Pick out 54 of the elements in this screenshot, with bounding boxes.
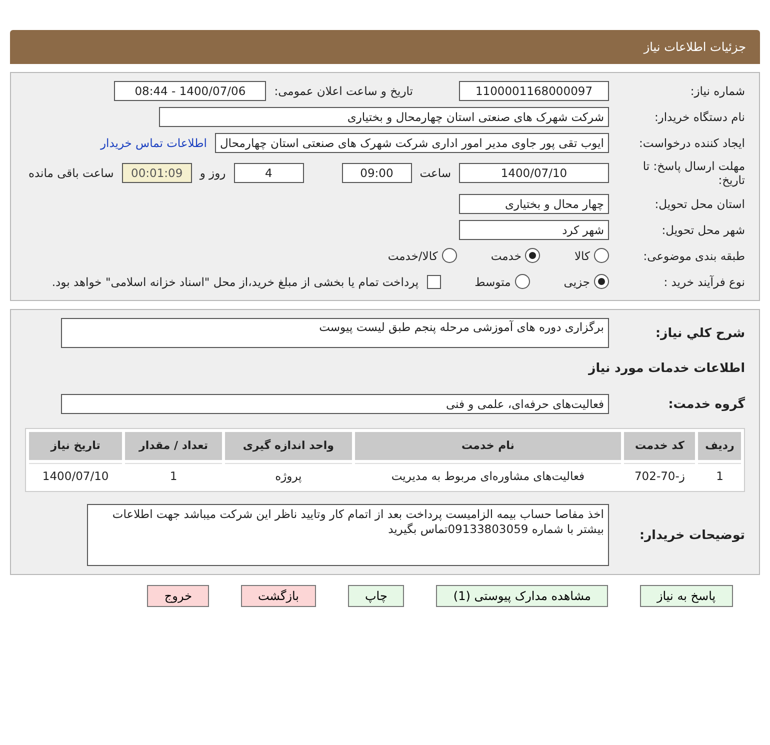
deadline-date-field: 1400/07/10	[459, 163, 609, 184]
days-label: روز و	[200, 166, 226, 180]
field-label: شرح کلي نياز:	[654, 325, 745, 340]
need-number-field: 1100001168000097	[459, 81, 609, 101]
column-header: واحد اندازه گیری	[224, 432, 352, 460]
deadline-time-field: 09:00	[342, 163, 412, 184]
section-title: اطلاعات خدمات مورد نیاز	[588, 360, 745, 376]
remaining-time-field: 00:01:09	[122, 163, 192, 184]
field-label: استان محل تحویل:	[654, 196, 745, 211]
field-label: ایجاد کننده درخواست:	[638, 136, 745, 150]
field-label: نام دستگاه خریدار:	[653, 110, 745, 124]
field-label: توضیحات خریدار:	[638, 527, 745, 542]
time-label: ساعت	[420, 166, 451, 180]
announce-date-field: 1400/07/06 - 08:44	[114, 81, 266, 101]
action-button[interactable]: چاپ	[348, 584, 404, 607]
field-label: گروه خدمت:	[667, 396, 745, 412]
field-label: شهر محل تحویل:	[660, 222, 745, 237]
column-header: ردیف	[698, 432, 741, 460]
remaining-label: ساعت باقی مانده	[28, 166, 114, 180]
summary-field: برگزاری دوره های آموزشی مرحله پنجم طبق لیست پیوست	[61, 318, 609, 348]
column-header: کد خدمت	[624, 432, 696, 460]
radio-button[interactable]	[525, 248, 540, 264]
field-label: تاریخ و ساعت اعلان عمومی:	[274, 84, 413, 98]
service-group-field: فعالیت‌های حرفه‌ای، علمی و فنی	[61, 394, 609, 414]
field-label: نوع فرآیند خرید :	[662, 274, 745, 289]
buyer-org-field: شرکت شهرک های صنعتی استان چهارمحال و بختیاری	[159, 107, 609, 127]
option-label: کالا/خدمت	[388, 248, 438, 263]
requester-field: ایوب تقی پور جاوی مدیر امور اداری شرکت شهرک های صنعتی استان چهارمحال	[215, 133, 609, 153]
days-field: 4	[234, 163, 304, 184]
column-header: تاریخ نیاز	[29, 432, 122, 460]
action-button[interactable]: بازگشت	[241, 584, 316, 607]
option-label: کالا	[574, 248, 590, 263]
radio-button[interactable]	[514, 274, 530, 290]
radio-button[interactable]	[594, 248, 609, 264]
buyer-notes-field: اخذ مفاصا حساب بیمه الزامیست پرداخت بعد از اتمام کار وتایید ناظر این شرکت میباشد جهت اطلاعات بیشتر با شماره 09133803059تماس بگیرید	[87, 504, 609, 566]
option-label: خدمت	[490, 248, 522, 263]
option-label: جزیی	[564, 274, 590, 289]
action-button[interactable]: مشاهده مدارک پیوستی (1)	[436, 584, 608, 607]
radio-button[interactable]	[594, 274, 609, 290]
column-header: تعداد / مقدار	[125, 432, 222, 460]
buyer-contact-link[interactable]: اطلاعات تماس خریدار	[100, 136, 207, 150]
action-button[interactable]: پاسخ به نیاز	[640, 584, 733, 607]
checkbox[interactable]	[426, 274, 441, 289]
column-header: نام خدمت	[354, 432, 621, 460]
field-label: شماره نیاز:	[689, 84, 745, 98]
field-label: طبقه بندی موضوعی:	[642, 248, 745, 263]
field-label: مهلت ارسال پاسخ: تا تاریخ:	[642, 159, 745, 188]
city-field: شهر کرد	[459, 220, 609, 240]
page-title: جزئیات اطلاعات نیاز	[10, 30, 760, 64]
radio-button[interactable]	[442, 248, 457, 264]
option-label: متوسط	[474, 274, 511, 289]
action-button[interactable]: خروج	[147, 584, 209, 607]
province-field: چهار محال و بختیاری	[459, 194, 609, 214]
payment-note: پرداخت تمام یا بخشی از مبلغ خرید،از محل "اسناد خزانه اسلامی" خواهد بود.	[52, 274, 419, 289]
